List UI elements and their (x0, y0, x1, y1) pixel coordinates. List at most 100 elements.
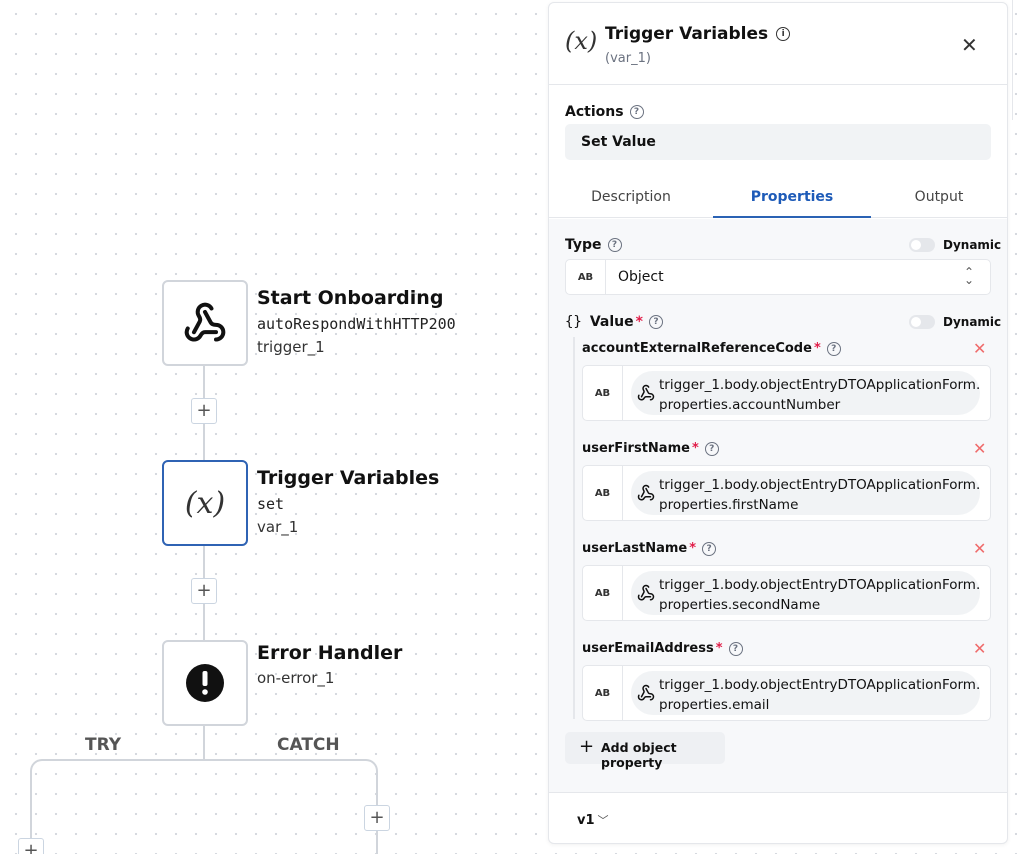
plus-icon: + (579, 736, 595, 757)
node-trigger-variables-label: Trigger Variables set var_1 (257, 467, 439, 536)
required-mark: * (715, 641, 723, 656)
help-icon[interactable]: ? (648, 315, 663, 329)
webhook-icon (637, 584, 655, 601)
panel-header: (x) Trigger Variables i (var_1) ✕ (549, 3, 1007, 85)
close-icon[interactable]: ✕ (961, 33, 978, 57)
required-mark: * (689, 541, 697, 556)
actions-select[interactable]: Set Value (565, 124, 991, 160)
info-icon[interactable]: i (776, 27, 791, 41)
help-icon[interactable]: ? (607, 238, 622, 252)
type-label: Type? (565, 237, 622, 253)
property-value-field[interactable]: AB trigger_1.body.objectEntryDTOApplicat… (582, 565, 991, 621)
version-label: v1 (577, 813, 595, 828)
property-value-field[interactable]: AB trigger_1.body.objectEntryDTOApplicat… (582, 465, 991, 521)
value-dynamic-toggle[interactable] (909, 315, 935, 329)
branch-label-catch: CATCH (277, 735, 340, 755)
variable-path-line2: properties.secondName (659, 597, 821, 613)
property-name-text: userEmailAddress (582, 641, 714, 656)
variable-pill[interactable]: trigger_1.body.objectEntryDTOApplication… (631, 471, 980, 515)
property-name-text: userLastName (582, 541, 688, 556)
node-error-handler[interactable] (162, 640, 248, 726)
property-name: userLastName *? (582, 541, 717, 556)
tab-properties[interactable]: Properties (713, 181, 871, 218)
type-badge: AB (583, 566, 623, 620)
node-operation: autoRespondWithHTTP200 (257, 315, 456, 333)
property-name: userFirstName *? (582, 441, 719, 456)
node-id: var_1 (257, 518, 299, 536)
variable-path-line1: trigger_1.body.objectEntryDTOApplication… (659, 377, 981, 393)
node-start-onboarding-label: Start Onboarding autoRespondWithHTTP200 … (257, 287, 456, 356)
property-name-text: accountExternalReferenceCode (582, 341, 812, 356)
node-title: Start Onboarding (257, 287, 444, 309)
type-badge: AB (566, 260, 606, 294)
tab-output[interactable]: Output (871, 181, 1007, 218)
branch-label-try: TRY (85, 735, 122, 755)
webhook-icon (184, 302, 226, 342)
node-error-handler-label: Error Handler on-error_1 (257, 642, 402, 687)
node-id: on-error_1 (257, 669, 335, 687)
dynamic-label: Dynamic (943, 315, 1002, 329)
property-name: userEmailAddress *? (582, 641, 743, 656)
required-mark: * (691, 441, 699, 456)
variable-pill[interactable]: trigger_1.body.objectEntryDTOApplication… (631, 371, 980, 415)
branch-line (44, 759, 364, 761)
type-badge: AB (583, 466, 623, 520)
required-mark: * (813, 341, 821, 356)
panel-footer: v1 ﹀ (549, 792, 1007, 844)
variable-pill[interactable]: trigger_1.body.objectEntryDTOApplication… (631, 571, 980, 615)
help-icon[interactable]: ? (704, 441, 719, 456)
remove-property-icon[interactable]: ✕ (973, 639, 986, 658)
node-operation: set (257, 495, 285, 513)
value-label-text: Value (589, 314, 634, 330)
type-select[interactable]: AB Object ⌃ ⌄ (565, 259, 991, 295)
panel-title: Trigger Variables i (605, 24, 791, 44)
braces-icon: {} (565, 314, 582, 330)
variable-path-line1: trigger_1.body.objectEntryDTOApplication… (659, 477, 981, 493)
remove-property-icon[interactable]: ✕ (973, 339, 986, 358)
help-icon[interactable]: ? (826, 341, 841, 356)
type-label-text: Type (565, 237, 602, 253)
node-properties-panel: (x) Trigger Variables i (var_1) ✕ Actions… (548, 2, 1008, 844)
node-trigger-variables[interactable]: (x) (162, 460, 248, 546)
variable-path-line1: trigger_1.body.objectEntryDTOApplication… (659, 677, 981, 693)
variable-path: trigger_1.body.objectEntryDTOApplication… (659, 375, 980, 415)
chevron-updown-icon: ⌃ ⌄ (963, 265, 974, 287)
help-icon[interactable]: ? (629, 105, 644, 119)
type-select-value: Object (618, 269, 664, 285)
node-id: trigger_1 (257, 338, 325, 356)
remove-property-icon[interactable]: ✕ (973, 539, 986, 558)
panel-subtitle: (var_1) (605, 51, 651, 66)
variable-path: trigger_1.body.objectEntryDTOApplication… (659, 675, 980, 715)
webhook-icon (637, 384, 655, 401)
variable-x-icon: (x) (184, 485, 226, 521)
webhook-icon (637, 484, 655, 501)
add-step-button[interactable]: + (191, 578, 217, 604)
type-badge: AB (583, 366, 623, 420)
property-value-field[interactable]: AB trigger_1.body.objectEntryDTOApplicat… (582, 665, 991, 721)
property-value-field[interactable]: AB trigger_1.body.objectEntryDTOApplicat… (582, 365, 991, 421)
help-icon[interactable]: ? (728, 641, 743, 656)
node-start-onboarding[interactable] (162, 280, 248, 366)
tab-description[interactable]: Description (549, 181, 713, 218)
add-step-button[interactable]: + (191, 398, 217, 424)
variable-pill[interactable]: trigger_1.body.objectEntryDTOApplication… (631, 671, 980, 715)
add-object-property-button[interactable]: + Add object property (565, 732, 725, 770)
panel-tabs: Description Properties Output (549, 181, 1007, 218)
property-name: accountExternalReferenceCode *? (582, 341, 841, 356)
node-title: Error Handler (257, 642, 403, 664)
version-select[interactable]: v1 ﹀ (577, 812, 609, 828)
variable-path: trigger_1.body.objectEntryDTOApplication… (659, 575, 980, 615)
actions-label-text: Actions (565, 104, 624, 120)
value-label: {} Value *? (565, 314, 663, 330)
type-dynamic-toggle[interactable] (909, 238, 935, 252)
help-icon[interactable]: ? (702, 541, 717, 556)
webhook-icon (637, 684, 655, 701)
chevron-down-icon: ﹀ (597, 814, 609, 827)
property-name-text: userFirstName (582, 441, 690, 456)
add-step-button[interactable]: + (364, 805, 390, 831)
panel-edge (1012, 0, 1017, 120)
value-group-border (573, 337, 575, 719)
dynamic-label: Dynamic (943, 238, 1002, 252)
remove-property-icon[interactable]: ✕ (973, 439, 986, 458)
add-step-button[interactable]: + (18, 838, 44, 854)
